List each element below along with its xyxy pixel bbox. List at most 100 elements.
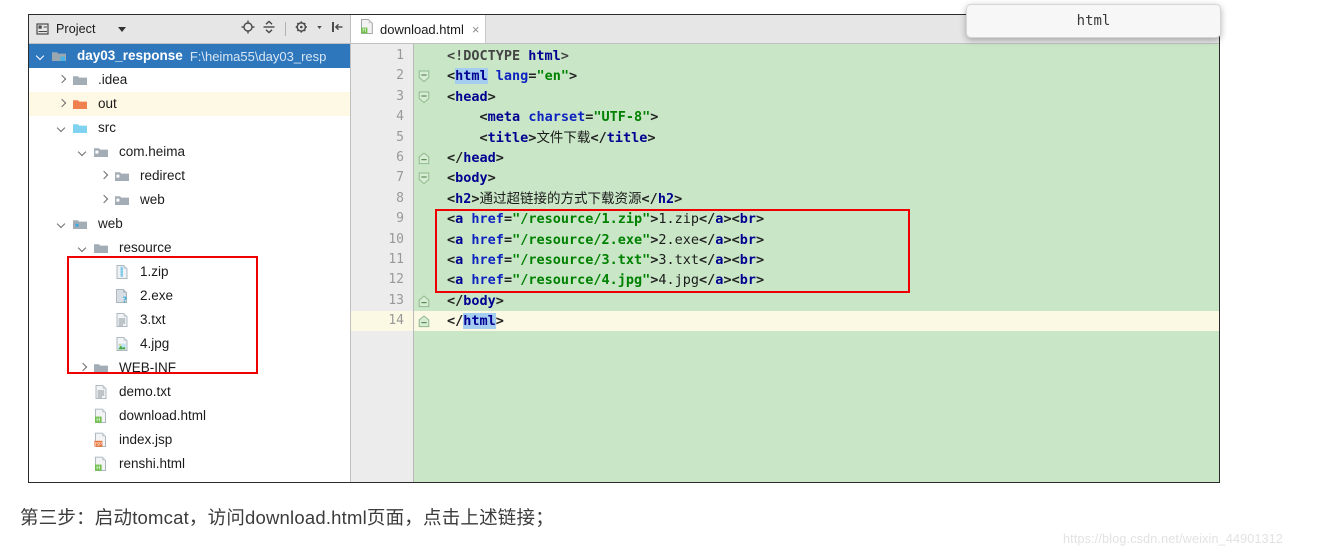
code-fold-open-icon[interactable] [414, 66, 435, 86]
tree-row--idea[interactable]: .idea [29, 68, 350, 92]
tree-row-web[interactable]: web [29, 212, 350, 236]
folder-gray-icon [72, 72, 93, 88]
jsp-file-icon: JSP [93, 432, 114, 448]
chevron-down-icon[interactable] [77, 146, 90, 159]
code-line[interactable]: <a href="/resource/3.txt">3.txt</a><br> [435, 250, 1219, 270]
tree-row-web[interactable]: web [29, 188, 350, 212]
tree-row-label: resource [119, 240, 172, 256]
html-file-icon: H [93, 408, 114, 424]
gear-dropdown-caret-icon[interactable] [316, 20, 323, 39]
folder-source-icon [72, 120, 93, 136]
tree-row-label: day03_response [77, 48, 183, 64]
line-number: 13 [388, 292, 404, 308]
code-line[interactable]: </html> [435, 311, 1219, 332]
svg-text:H: H [96, 466, 100, 472]
line-number: 7 [396, 170, 404, 186]
code-line[interactable]: <a href="/resource/4.jpg">4.jpg</a><br> [435, 270, 1219, 290]
project-panel-header: Project [29, 15, 351, 44]
chevron-right-icon[interactable] [98, 170, 111, 183]
code-fold-close-icon[interactable] [414, 311, 435, 332]
settings-gear-icon[interactable] [295, 20, 309, 39]
tree-row-renshi-html[interactable]: Hrenshi.html [29, 452, 350, 476]
chevron-down-icon[interactable] [35, 50, 48, 63]
code-line[interactable]: <html lang="en"> [435, 66, 1219, 86]
tree-row-redirect[interactable]: redirect [29, 164, 350, 188]
chevron-right-icon[interactable] [77, 362, 90, 375]
code-line[interactable]: <head> [435, 87, 1219, 107]
hide-panel-icon[interactable] [330, 20, 344, 39]
chevron-right-icon[interactable] [98, 194, 111, 207]
code-line[interactable]: </head> [435, 148, 1219, 168]
code-line[interactable]: </body> [435, 291, 1219, 311]
collapse-all-icon[interactable] [262, 20, 276, 39]
tree-row-day03-response[interactable]: day03_response F:\heima55\day03_resp [29, 44, 350, 68]
image-file-icon [114, 336, 135, 352]
tree-row-out[interactable]: out [29, 92, 350, 116]
html-breadcrumb-tooltip: html [966, 4, 1221, 38]
tree-row-label: download.html [119, 408, 207, 424]
tree-row-index-jsp[interactable]: JSP index.jsp [29, 428, 350, 452]
line-number: 3 [396, 88, 404, 104]
tree-row-label: web [140, 192, 165, 208]
editor-tab-download-html[interactable]: H download.html × [351, 15, 487, 43]
tree-row-label: 2.exe [140, 288, 174, 304]
chevron-right-icon[interactable] [56, 98, 69, 111]
chevron-down-icon[interactable] [77, 242, 90, 255]
tree-row-download-html[interactable]: Hdownload.html [29, 404, 350, 428]
code-line[interactable]: <a href="/resource/1.zip">1.zip</a><br> [435, 209, 1219, 229]
tree-row-label: web [98, 216, 123, 232]
ide-window: Project H download.html × day03_response… [28, 14, 1220, 483]
line-number: 12 [388, 272, 404, 288]
code-line[interactable]: <title>文件下载</title> [435, 128, 1219, 148]
project-panel-toolbar [241, 20, 344, 39]
chevron-down-icon[interactable] [117, 26, 126, 32]
close-icon[interactable]: × [472, 22, 480, 37]
code-fold-close-icon[interactable] [414, 291, 435, 311]
editor-code-fold-column[interactable] [413, 44, 435, 482]
zip-file-icon [114, 264, 135, 280]
locate-target-icon[interactable] [241, 20, 255, 39]
tree-row-label: 1.zip [140, 264, 169, 280]
code-line[interactable]: <body> [435, 168, 1219, 188]
code-fold-open-icon[interactable] [414, 87, 435, 107]
tree-row-web-inf[interactable]: WEB-INF [29, 356, 350, 380]
project-panel-title: Project [56, 22, 96, 36]
tree-row-4-jpg[interactable]: 4.jpg [29, 332, 350, 356]
tree-row-src[interactable]: src [29, 116, 350, 140]
chevron-down-icon[interactable] [56, 122, 69, 135]
code-editor[interactable]: 1 2 3 4 5 6 7 8 9 10 11 12 13 14 <!DOCTYPE html> <html… [351, 44, 1219, 482]
chevron-down-icon[interactable] [56, 218, 69, 231]
project-tree[interactable]: day03_response F:\heima55\day03_resp .idea… [29, 44, 351, 482]
editor-line-number-gutter: 1 2 3 4 5 6 7 8 9 10 11 12 13 14 [351, 44, 413, 482]
code-fold-open-icon[interactable] [414, 168, 435, 188]
tree-row-label: WEB-INF [119, 360, 176, 376]
tree-row-demo-txt[interactable]: demo.txt [29, 380, 350, 404]
code-line[interactable]: <h2>通过超链接的方式下载资源</h2> [435, 189, 1219, 209]
html-file-icon: H [360, 19, 374, 39]
tree-row-path: F:\heima55\day03_resp [189, 48, 327, 64]
code-line[interactable]: <meta charset="UTF-8"> [435, 107, 1219, 127]
tree-row-resource[interactable]: resource [29, 236, 350, 260]
code-line[interactable]: <a href="/resource/2.exe">2.exe</a><br> [435, 230, 1219, 250]
chevron-right-icon[interactable] [56, 74, 69, 87]
code-fold-close-icon[interactable] [414, 148, 435, 168]
html-file-icon: H [93, 456, 114, 472]
tree-row-3-txt[interactable]: 3.txt [29, 308, 350, 332]
tree-row-2-exe[interactable]: ? 2.exe [29, 284, 350, 308]
project-view-icon [36, 22, 50, 36]
line-number: 1 [396, 48, 404, 63]
tree-row-label: .idea [98, 72, 128, 88]
tree-row-label: redirect [140, 168, 186, 184]
exe-file-icon: ? [114, 288, 135, 304]
tree-row-com-heima[interactable]: com.heima [29, 140, 350, 164]
tree-row-label: 3.txt [140, 312, 166, 328]
code-line[interactable]: <!DOCTYPE html> [435, 46, 1219, 66]
editor-code-area[interactable]: <!DOCTYPE html> <html lang="en"> <head> <m… [435, 44, 1219, 482]
tree-row-1-zip[interactable]: 1.zip [29, 260, 350, 284]
